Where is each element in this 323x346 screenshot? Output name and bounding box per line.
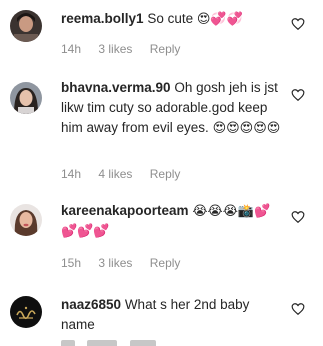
comment-text: bhavna.verma.90 Oh gosh jeh is jst likw … — [61, 78, 286, 138]
comment-item: reema.bolly1 So cute 😍💞💞 14h 3 likes Rep… — [0, 0, 323, 60]
comment-username[interactable]: reema.bolly1 — [61, 11, 144, 26]
comment-emoji: 😍😍😍😍😍 — [212, 120, 281, 135]
heart-outline-icon[interactable] — [291, 17, 305, 31]
meta-placeholder — [129, 340, 156, 346]
comment-likes[interactable]: 4 likes — [98, 167, 132, 181]
comment-feed: reema.bolly1 So cute 😍💞💞 14h 3 likes Rep… — [0, 0, 323, 346]
meta-placeholder — [87, 340, 118, 346]
comment-message: So cute — [147, 11, 194, 26]
comment-time: 14h — [61, 42, 82, 56]
comment-likes[interactable]: 3 likes — [98, 256, 132, 270]
heart-outline-icon[interactable] — [291, 210, 305, 224]
comment-item: kareenakapoorteam 😭😭😭📸💕💕💕💕 15h 3 likes R… — [0, 194, 323, 274]
comment-username[interactable]: kareenakapoorteam — [61, 203, 189, 218]
comment-meta: 15h 3 likes Reply — [61, 256, 194, 270]
truncated-comment-meta — [61, 340, 164, 346]
comment-emoji: 😍💞💞 — [196, 11, 243, 26]
comment-time: 14h — [61, 167, 82, 181]
comment-username[interactable]: bhavna.verma.90 — [61, 80, 171, 95]
avatar[interactable] — [10, 296, 42, 328]
comment-item: bhavna.verma.90 Oh gosh jeh is jst likw … — [0, 72, 323, 182]
avatar[interactable] — [10, 82, 42, 114]
reply-button[interactable]: Reply — [150, 167, 181, 181]
comment-time: 15h — [61, 256, 82, 270]
heart-outline-icon[interactable] — [291, 302, 305, 316]
comment-item: naaz6850 What s her 2nd baby name — [0, 286, 323, 346]
avatar[interactable] — [10, 204, 42, 236]
comment-text: reema.bolly1 So cute 😍💞💞 — [61, 9, 286, 29]
avatar[interactable] — [10, 10, 42, 42]
reply-button[interactable]: Reply — [150, 42, 181, 56]
meta-placeholder — [61, 340, 75, 346]
comment-text: kareenakapoorteam 😭😭😭📸💕💕💕💕 — [61, 201, 286, 241]
comment-text: naaz6850 What s her 2nd baby name — [61, 295, 286, 335]
comment-meta: 14h 3 likes Reply — [61, 42, 194, 56]
reply-button[interactable]: Reply — [150, 256, 181, 270]
comment-username[interactable]: naaz6850 — [61, 297, 121, 312]
comment-meta: 14h 4 likes Reply — [61, 167, 194, 181]
heart-outline-icon[interactable] — [291, 88, 305, 102]
comment-likes[interactable]: 3 likes — [98, 42, 132, 56]
